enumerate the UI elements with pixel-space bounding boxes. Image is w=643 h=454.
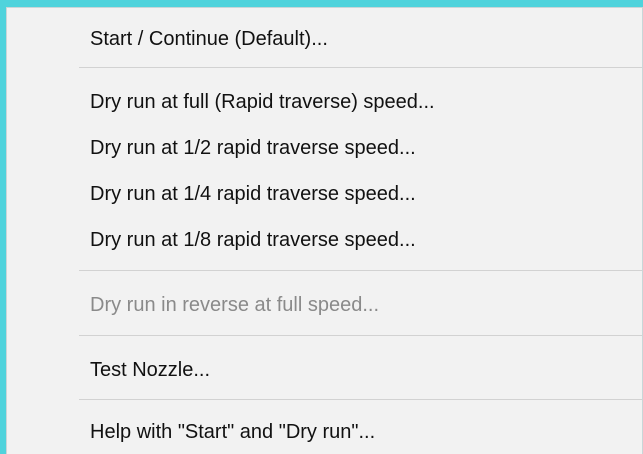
menu-item-dry-run-half[interactable]: Dry run at 1/2 rapid traverse speed... (7, 128, 642, 168)
menu-item-dry-run-eighth[interactable]: Dry run at 1/8 rapid traverse speed... (7, 220, 642, 260)
menu-separator (79, 335, 642, 336)
menu-item-start-continue[interactable]: Start / Continue (Default)... (7, 19, 642, 59)
menu-separator (79, 270, 642, 271)
menu-separator (79, 399, 642, 400)
menu-item-dry-run-reverse: Dry run in reverse at full speed... (90, 294, 380, 316)
menu-item-test-nozzle[interactable]: Test Nozzle... (7, 350, 642, 390)
menu-item-dry-run-full[interactable]: Dry run at full (Rapid traverse) speed..… (7, 82, 642, 122)
menu-item-help[interactable]: Help with "Start" and "Dry run"... (7, 412, 642, 452)
menu-item-dry-run-quarter[interactable]: Dry run at 1/4 rapid traverse speed... (7, 174, 642, 214)
menu-separator (79, 67, 642, 68)
context-menu: Start / Continue (Default)... Dry run at… (7, 8, 642, 454)
